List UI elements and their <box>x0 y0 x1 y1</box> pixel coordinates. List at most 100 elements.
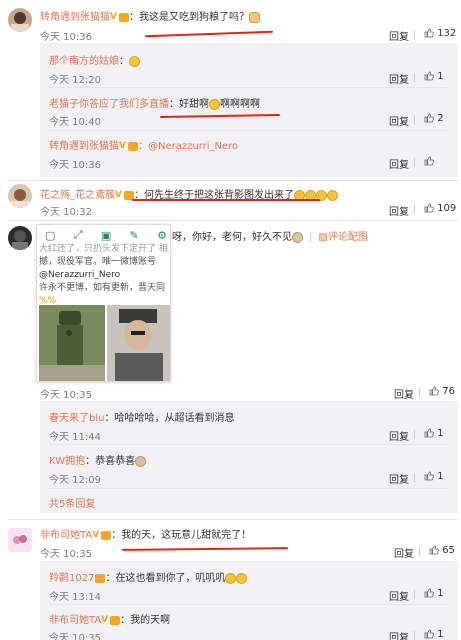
like-button[interactable]: 1 <box>424 629 444 640</box>
divider <box>8 519 458 520</box>
divider <box>49 604 449 605</box>
reply-author[interactable]: 转角遇到张猫猫 <box>49 141 119 152</box>
reply-line: 老猫子你答应了我们多直播：好甜啊 啊啊啊啊 <box>49 98 260 110</box>
reply-author[interactable]: 春天来了blu <box>49 413 104 424</box>
grin-emoji-icon <box>236 572 248 584</box>
reply-button[interactable]: 回复 <box>389 28 409 43</box>
divider <box>414 205 415 214</box>
like-button[interactable]: 1 <box>424 71 444 82</box>
more-replies-link[interactable]: 共5条回复 <box>49 495 95 510</box>
commenter-name[interactable]: 非布司她TA <box>40 530 92 541</box>
comment-text: 我的天，这玩意儿甜就完了！ <box>121 530 252 541</box>
comment-line: 转角遇到张猫猫V ：我这是又吃到狗粮了吗？ <box>40 8 260 23</box>
settings-icon[interactable]: ⚙ <box>157 229 167 242</box>
comment-line: 呀，你好，老何，好久不见 ▨评论配图 <box>172 228 368 243</box>
reply-button[interactable]: 回复 <box>389 588 409 603</box>
verified-icon: V <box>119 141 126 151</box>
commenter-name[interactable]: 花之殇_花之鳶簇 <box>40 190 115 201</box>
commenter-name[interactable]: 转角遇到张猫猫 <box>40 12 110 23</box>
preview-caption: 大红还了，只扔头发下定开了 相关 撼，现役军官。唯一微博账号 @Nerazzur… <box>39 244 169 306</box>
like-count: 65 <box>442 545 455 556</box>
reply-time: 今天 12:20 <box>49 75 101 86</box>
reply-time: 今天 10:40 <box>49 117 101 128</box>
edit-icon[interactable]: ✎ <box>130 229 139 242</box>
like-button[interactable]: 1 <box>424 588 444 599</box>
reply-button[interactable]: 回复 <box>389 428 409 443</box>
grin-emoji-icon <box>129 55 140 67</box>
underline-mark <box>145 30 273 38</box>
avatar[interactable] <box>8 226 32 250</box>
divider <box>49 444 449 445</box>
divider <box>49 87 449 88</box>
view-original-icon[interactable]: ▣ <box>101 229 111 242</box>
reply-line: 春天来了blu：哈哈哈哈，从超话看到消息 <box>49 413 235 424</box>
image-link[interactable]: 评论配图 <box>328 232 368 243</box>
thumb-up-icon <box>429 386 439 396</box>
reply-time: 今天 10:36 <box>49 160 101 171</box>
comment-text: 呀，你好，老何，好久不见 <box>172 232 292 243</box>
reply-button[interactable]: 回复 <box>389 471 409 486</box>
reply-button[interactable]: 回复 <box>389 71 409 86</box>
reply-author[interactable]: KW拥抱 <box>49 456 85 467</box>
fan-badge-icon <box>101 530 112 540</box>
like-button[interactable]: 76 <box>429 386 455 397</box>
divider <box>8 180 458 181</box>
like-button[interactable]: 1 <box>424 428 444 439</box>
smile-emoji-icon <box>209 98 220 110</box>
comment-time: 今天 10:36 <box>40 32 92 43</box>
reply-author[interactable]: 羚鹳1027 <box>49 573 94 584</box>
avatar[interactable] <box>8 528 32 552</box>
like-count: 1 <box>437 588 444 599</box>
fan-badge-icon <box>110 615 121 625</box>
avatar-image <box>12 230 28 250</box>
like-count: 1 <box>437 71 444 82</box>
fan-badge-icon <box>95 573 106 583</box>
like-count: 2 <box>437 113 444 124</box>
like-button[interactable] <box>424 156 434 167</box>
comment-time: 今天 10:32 <box>40 207 92 218</box>
avatar-image <box>10 189 30 208</box>
reply-author[interactable]: 老猫子你答应了我们多直播 <box>49 99 169 110</box>
thumb-up-icon <box>424 28 434 38</box>
like-count: 1 <box>437 629 444 640</box>
fan-badge-icon <box>119 12 129 22</box>
dog-emoji-icon <box>292 231 303 243</box>
zoom-icon[interactable]: ⤢ <box>74 228 83 242</box>
thumb-up-icon <box>424 629 434 639</box>
divider <box>414 30 415 39</box>
like-button[interactable]: 1 <box>424 471 444 482</box>
divider <box>414 73 415 82</box>
avatar[interactable] <box>8 8 32 32</box>
comment-text: 我这是又吃到狗粮了吗？ <box>139 12 249 23</box>
divider <box>419 388 420 397</box>
reply-author[interactable]: 非布司她TA <box>49 615 101 626</box>
avatar[interactable] <box>8 184 32 208</box>
divider <box>414 590 415 599</box>
reply-author[interactable]: 那个南方的姑娘 <box>49 56 119 67</box>
like-button[interactable]: 65 <box>429 545 455 556</box>
collapse-icon[interactable]: ▢ <box>45 229 55 242</box>
reply-button[interactable]: 回复 <box>394 386 414 401</box>
reply-button[interactable]: 回复 <box>389 203 409 218</box>
reply-button[interactable]: 回复 <box>389 113 409 128</box>
reply-button[interactable]: 回复 <box>389 629 409 640</box>
reply-time: 今天 10:35 <box>49 633 101 640</box>
like-button[interactable]: 2 <box>424 113 444 124</box>
grin-emoji-icon <box>225 572 237 584</box>
divider <box>8 220 458 221</box>
thumb-up-icon <box>424 156 434 166</box>
thumb-up-icon <box>424 588 434 598</box>
preview-toolbar: ▢ ⤢ ▣ ✎ ⚙ <box>45 228 167 242</box>
divider <box>414 430 415 439</box>
like-button[interactable]: 109 <box>424 203 456 214</box>
preview-photo-soldier <box>39 305 105 381</box>
comment-line: 非布司她TAV ：我的天，这玩意儿甜就完了！ <box>40 530 252 541</box>
reply-time: 今天 12:09 <box>49 475 101 486</box>
reply-line: KW拥抱：恭喜恭喜 <box>49 452 147 467</box>
reply-button[interactable]: 回复 <box>389 156 409 171</box>
like-count: 1 <box>437 428 444 439</box>
reply-button[interactable]: 回复 <box>394 545 414 560</box>
verified-icon: V <box>115 190 122 200</box>
like-button[interactable]: 132 <box>424 28 456 39</box>
divider <box>414 631 415 640</box>
